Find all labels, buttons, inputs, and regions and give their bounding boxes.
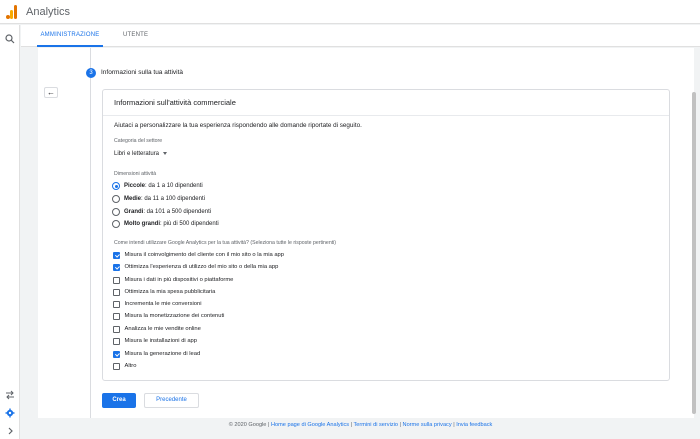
usage-label-text: Analizza le mie vendite online: [124, 326, 201, 333]
checkbox[interactable]: [113, 363, 120, 370]
top-bar: Analytics: [0, 0, 700, 24]
step-number: 3: [86, 68, 96, 78]
tab-amministrazione[interactable]: AMMINISTRAZIONE: [37, 25, 103, 47]
usage-option[interactable]: Altro: [113, 363, 136, 370]
usage-option[interactable]: Ottimizza la mia spesa pubblicitaria: [113, 289, 215, 296]
category-value: Libri e letteratura: [114, 151, 160, 157]
usage-label-text: Ottimizza la mia spesa pubblicitaria: [124, 289, 216, 296]
tab-bar: AMMINISTRAZIONE UTENTE: [21, 25, 700, 47]
size-label: Dimensioni attività: [114, 171, 157, 177]
checkbox[interactable]: [113, 277, 120, 284]
usage-option[interactable]: Misura le installazioni di app: [113, 338, 197, 345]
usage-option[interactable]: Misura la generazione di lead: [113, 351, 200, 358]
radio-button[interactable]: [112, 182, 120, 190]
checkbox[interactable]: [113, 351, 120, 358]
usage-label-text: Misura la generazione di lead: [124, 351, 201, 358]
usage-label-text: Misura il coinvolgimento del cliente con…: [124, 252, 285, 259]
checkbox[interactable]: [113, 313, 120, 320]
size-desc: : da 1 a 10 dipendenti: [145, 183, 203, 189]
usage-label-text: Altro: [124, 363, 137, 370]
checkbox[interactable]: [113, 264, 120, 271]
usage-option[interactable]: Incrementa le mie conversioni: [113, 301, 202, 308]
size-name: Piccole: [124, 183, 146, 189]
create-button[interactable]: Crea: [102, 393, 136, 408]
size-name: Molto grandi: [124, 221, 160, 227]
radio-button[interactable]: [112, 220, 120, 228]
footer: © 2020 Google | Home page di Google Anal…: [228, 422, 493, 428]
category-label: Categoria del settore: [114, 138, 163, 144]
usage-option[interactable]: Analizza le mie vendite online: [113, 326, 201, 333]
usage-label-text: Ottimizza l'esperienza di utilizzo del m…: [124, 264, 279, 271]
size-desc: : più di 500 dipendenti: [160, 221, 219, 227]
size-name: Grandi: [124, 209, 144, 215]
stepper-line: [90, 48, 91, 418]
arrow-left-icon: ←: [47, 88, 55, 97]
card-title: Informazioni sull'attività commerciale: [103, 90, 669, 116]
gear-icon[interactable]: [4, 407, 16, 419]
checkbox[interactable]: [113, 301, 120, 308]
usage-option[interactable]: Ottimizza l'esperienza di utilizzo del m…: [113, 264, 278, 271]
usage-label: Come intendi utilizzare Google Analytics…: [114, 240, 337, 246]
analytics-logo-icon[interactable]: [6, 4, 18, 19]
size-option-medium[interactable]: Medie: da 11 a 100 dipendenti: [112, 195, 205, 203]
checkbox[interactable]: [113, 252, 120, 259]
size-option-small[interactable]: Piccole: da 1 a 10 dipendenti: [112, 182, 203, 190]
chevron-right-icon[interactable]: [4, 425, 16, 437]
size-name: Medie: [124, 196, 142, 202]
previous-button[interactable]: Precedente: [144, 393, 199, 408]
search-icon[interactable]: [4, 33, 16, 45]
radio-button[interactable]: [112, 195, 120, 203]
usage-label-text: Misura la monetizzazione dei contenuti: [124, 313, 225, 320]
business-info-card: Informazioni sull'attività commerciale A…: [102, 89, 670, 381]
checkbox[interactable]: [113, 338, 120, 345]
footer-link-home[interactable]: Home page di Google Analytics: [271, 422, 349, 428]
step-title: Informazioni sulla tua attività: [101, 69, 184, 76]
caret-down-icon: [163, 151, 168, 155]
app-title: Analytics: [26, 5, 71, 18]
checkbox[interactable]: [113, 326, 120, 333]
scrollbar[interactable]: [692, 92, 696, 414]
size-option-very-large[interactable]: Molto grandi: più di 500 dipendenti: [112, 220, 219, 228]
swap-icon[interactable]: [4, 389, 16, 401]
usage-option[interactable]: Misura i dati in più dispositivi o piatt…: [113, 277, 233, 284]
checkbox[interactable]: [113, 289, 120, 296]
usage-option[interactable]: Misura il coinvolgimento del cliente con…: [113, 252, 284, 259]
copyright: © 2020 Google: [228, 422, 267, 428]
usage-label-text: Incrementa le mie conversioni: [124, 301, 202, 308]
size-desc: : da 101 a 500 dipendenti: [143, 209, 212, 215]
left-rail: [0, 25, 20, 439]
back-button[interactable]: ←: [44, 87, 58, 98]
usage-label-text: Misura le installazioni di app: [124, 338, 198, 345]
footer-link-privacy[interactable]: Norme sulla privacy: [403, 422, 452, 428]
footer-link-terms[interactable]: Termini di servizio: [354, 422, 398, 428]
usage-label-text: Misura i dati in più dispositivi o piatt…: [124, 277, 234, 284]
tab-utente[interactable]: UTENTE: [123, 25, 148, 47]
intro-text: Aiutaci a personalizzare la tua esperien…: [114, 122, 362, 129]
category-select[interactable]: Libri e letteratura: [114, 151, 168, 157]
footer-link-feedback[interactable]: Invia feedback: [456, 422, 492, 428]
size-desc: : da 11 a 100 dipendenti: [141, 196, 205, 202]
radio-button[interactable]: [112, 208, 120, 216]
size-option-large[interactable]: Grandi: da 101 a 500 dipendenti: [112, 208, 211, 216]
usage-option[interactable]: Misura la monetizzazione dei contenuti: [113, 313, 224, 320]
